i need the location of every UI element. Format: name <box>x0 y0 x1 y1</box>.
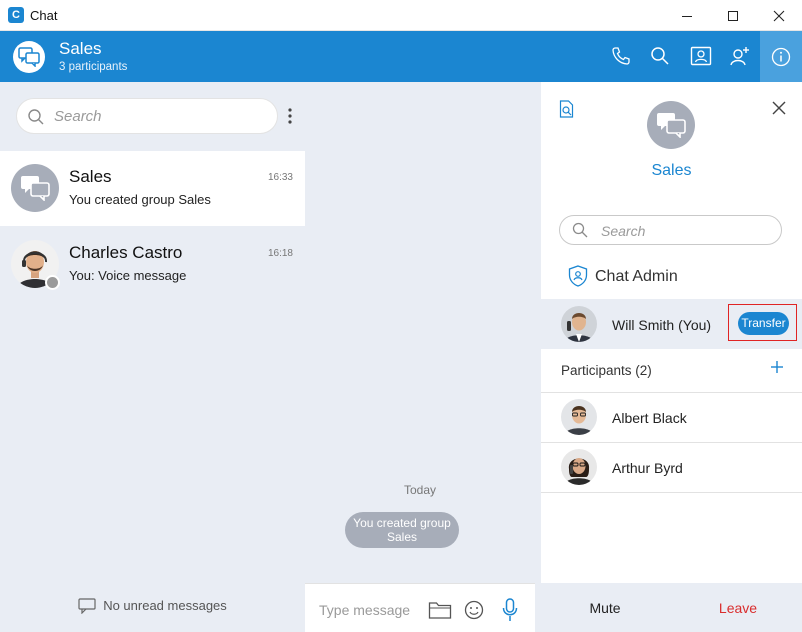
search-icon <box>572 222 588 238</box>
group-name: Sales <box>651 162 692 179</box>
leave-button[interactable]: Leave <box>674 600 802 616</box>
avatar <box>561 449 597 485</box>
microphone-icon <box>502 598 518 621</box>
mute-button[interactable]: Mute <box>541 600 669 616</box>
person-avatar-icon <box>561 399 597 435</box>
no-unread-label: No unread messages <box>103 598 227 613</box>
conversation-time: 16:33 <box>267 172 293 183</box>
attach-file-button[interactable] <box>428 598 452 622</box>
person-avatar-icon <box>561 306 597 342</box>
chat-admin-label: Chat Admin <box>595 268 678 285</box>
contact-card-icon <box>690 46 712 66</box>
participant-name: Albert Black <box>612 410 687 426</box>
presence-status-badge <box>45 275 60 290</box>
group-chat-icon <box>657 113 686 138</box>
search-icon <box>28 109 44 125</box>
close-panel-icon[interactable] <box>772 101 786 115</box>
folder-icon <box>428 602 452 619</box>
info-button[interactable] <box>760 31 802 82</box>
group-avatar <box>11 164 59 212</box>
transfer-button[interactable]: Transfer <box>738 312 789 335</box>
phone-icon <box>612 47 630 65</box>
no-unread-status: No unread messages <box>0 598 305 615</box>
search-chat-button[interactable] <box>648 44 672 68</box>
participant-name: Arthur Byrd <box>612 460 683 476</box>
title-bar: C Chat <box>0 0 802 31</box>
date-separator: Today <box>403 483 437 497</box>
conversation-item-charles-castro[interactable]: Charles Castro You: Voice message 16:18 <box>0 227 305 302</box>
message-input[interactable]: Type message <box>319 602 410 618</box>
conversation-time: 16:18 <box>267 248 293 259</box>
message-icon <box>78 598 96 615</box>
header-subtitle: 3 participants <box>59 61 128 73</box>
conversation-list-pane: Search Sales You created group Sales 16:… <box>0 82 305 632</box>
group-details-pane: Sales Search Chat Admin Will Smith (You)… <box>541 82 802 632</box>
participants-header: Participants (2) <box>561 363 652 378</box>
info-icon <box>771 47 791 66</box>
participant-search-input[interactable]: Search <box>559 215 782 245</box>
details-footer: Mute Leave <box>541 583 802 632</box>
more-options-icon[interactable] <box>286 107 294 125</box>
contacts-button[interactable] <box>689 44 713 68</box>
divider <box>541 492 802 493</box>
admin-row: Will Smith (You) Transfer <box>541 299 802 349</box>
maximize-icon <box>728 10 738 21</box>
close-icon <box>773 10 785 21</box>
shield-icon <box>568 265 588 287</box>
add-participant-button[interactable] <box>728 44 752 68</box>
conversation-item-sales[interactable]: Sales You created group Sales 16:33 <box>0 151 305 226</box>
call-button[interactable] <box>609 44 633 68</box>
avatar <box>561 399 597 435</box>
emoji-icon <box>464 600 484 620</box>
participant-row[interactable]: Arthur Byrd <box>541 443 802 492</box>
conversation-name: Sales <box>69 167 112 186</box>
person-avatar-icon <box>561 449 597 485</box>
group-chat-icon <box>21 176 50 201</box>
app-logo-icon: C <box>8 7 24 23</box>
group-chat-icon <box>18 47 40 67</box>
search-placeholder: Search <box>601 223 646 239</box>
close-window-button[interactable] <box>756 0 802 31</box>
search-icon <box>651 47 669 65</box>
add-participant-icon[interactable] <box>770 360 784 374</box>
search-document-icon[interactable] <box>559 100 575 118</box>
group-avatar <box>13 41 45 73</box>
admin-name: Will Smith (You) <box>612 317 712 333</box>
window-title: Chat <box>30 8 58 23</box>
conversation-search-input[interactable]: Search <box>16 98 278 134</box>
maximize-button[interactable] <box>710 0 756 31</box>
group-avatar <box>647 101 695 149</box>
chat-admin-header: Chat Admin <box>568 265 678 287</box>
conversation-name: Charles Castro <box>69 243 183 262</box>
transfer-highlight: Transfer <box>728 304 797 341</box>
header-title: Sales <box>59 39 102 58</box>
add-user-icon <box>730 47 749 66</box>
system-message-bubble: You created group Sales <box>345 512 459 548</box>
minimize-icon <box>682 15 692 17</box>
chat-header: Sales 3 participants <box>0 31 802 82</box>
search-placeholder: Search <box>54 108 102 125</box>
conversation-last-message: You: Voice message <box>69 268 187 283</box>
participant-row[interactable]: Albert Black <box>541 393 802 442</box>
voice-message-button[interactable] <box>498 598 522 622</box>
emoji-button[interactable] <box>462 598 486 622</box>
avatar <box>561 306 597 342</box>
conversation-last-message: You created group Sales <box>69 192 211 207</box>
chat-message-pane: Today You created group Sales Type messa… <box>305 82 535 632</box>
message-composer: Type message <box>305 583 535 632</box>
minimize-button[interactable] <box>664 0 710 31</box>
